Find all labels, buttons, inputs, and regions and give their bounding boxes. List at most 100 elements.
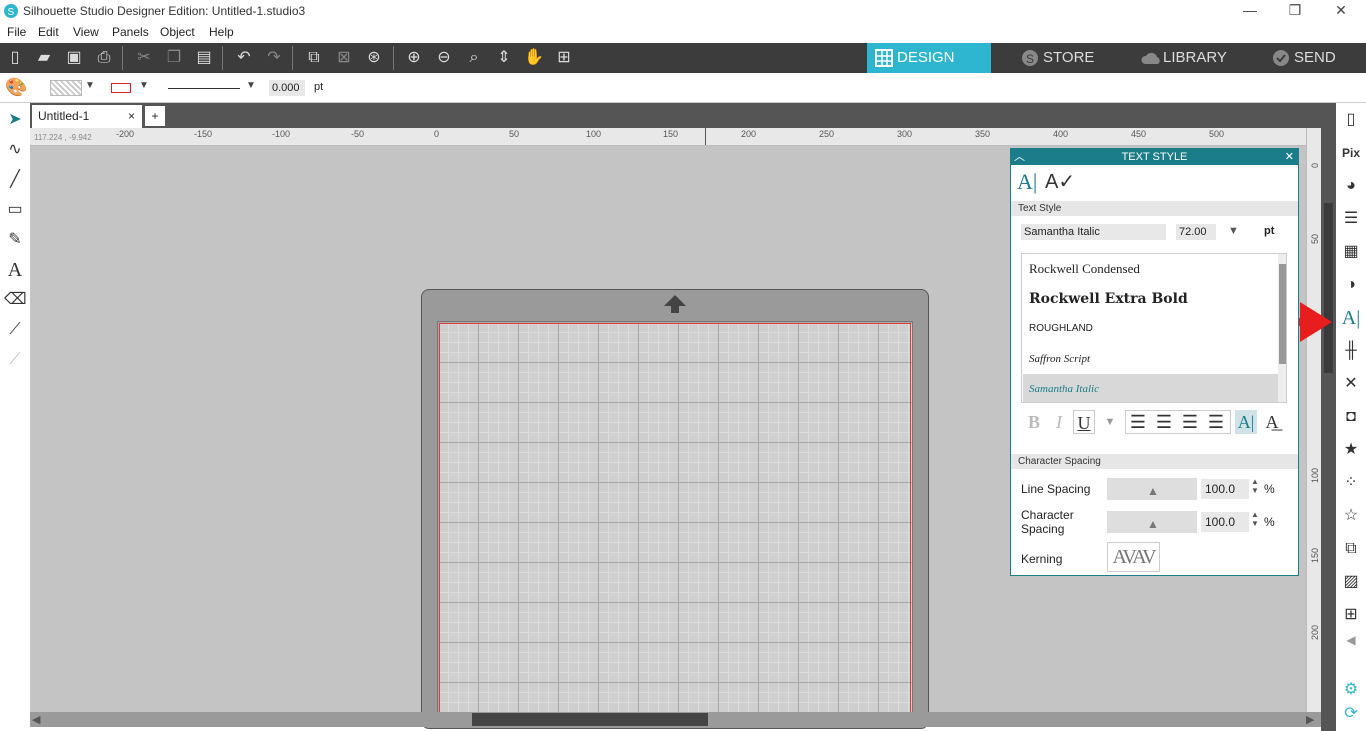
tab-send[interactable]: SEND [1264,43,1364,73]
copy-icon[interactable]: ❐ [163,48,185,68]
vertical-text-icon[interactable]: A͟ [1261,410,1283,434]
slider-handle-icon[interactable]: ▲ [1147,517,1159,531]
line-spacing-input[interactable]: 100.0 [1201,479,1249,499]
pixscan-icon[interactable]: Pix [1340,142,1362,164]
align-icon[interactable]: ╫ [1340,340,1362,362]
tab-library[interactable]: LIBRARY [1133,43,1253,73]
page-setup-icon[interactable]: ▯ [1340,109,1362,131]
chevron-down-icon[interactable]: ▼ [139,80,149,91]
menu-edit[interactable]: Edit [38,25,59,39]
align-left-icon[interactable]: ☰ [1127,410,1149,434]
line-style-preview[interactable] [168,88,240,89]
kerning-button[interactable]: AVAV [1107,542,1160,572]
line-spacing-slider[interactable]: ▲ [1107,478,1197,500]
new-file-icon[interactable]: ▯ [4,48,26,68]
scroll-left-arrow-icon[interactable]: ◀ [32,713,40,726]
pencil-tool-icon[interactable]: ✎ [4,229,26,251]
trace-dots-icon[interactable]: ⁘ [1340,472,1362,494]
line-color-swatch[interactable] [111,83,131,93]
font-item-rockwell-condensed[interactable]: Rockwell Condensed [1023,254,1278,284]
menu-view[interactable]: View [73,25,99,39]
line-spacing-stepper-icon[interactable]: ▲ ▼ [1251,477,1259,495]
char-spacing-input[interactable]: 100.0 [1201,512,1249,532]
nesting-icon[interactable]: ⊞ [1340,604,1362,626]
add-tab-button[interactable]: + [145,106,165,126]
line-width-input[interactable]: 0.000 [269,80,305,96]
close-window-button[interactable]: ✕ [1331,2,1351,20]
eyedropper-icon[interactable]: ⟋ [4,349,26,371]
menu-panels[interactable]: Panels [112,25,149,39]
hand-pan-icon[interactable]: ✋ [523,48,545,68]
replicate-icon[interactable]: ⧉ [1340,538,1362,560]
ungroup-icon[interactable]: ⊠ [333,48,355,68]
group-icon[interactable]: ⧉ [303,48,325,68]
tab-store[interactable]: S STORE [1013,43,1123,73]
fill-pattern-swatch[interactable] [50,80,82,96]
collapse-panel-icon[interactable]: ︿ [1014,149,1025,165]
horizontal-text-icon[interactable]: A| [1235,410,1257,434]
gradient-icon[interactable]: ◑ [1340,274,1362,296]
font-name-input[interactable]: Samantha Italic [1021,224,1166,240]
point-edit-icon[interactable]: ∿ [4,139,26,161]
align-justify-icon[interactable]: ☰ [1205,410,1227,434]
offset-star-icon[interactable]: ☆ [1340,505,1362,527]
chevron-down-icon[interactable]: ▼ [85,80,95,91]
sync-icon[interactable]: ⟳ [1340,703,1362,725]
settings-gear-icon[interactable]: ⚙ [1340,679,1362,701]
paste-icon[interactable]: ▤ [193,48,215,68]
minimize-button[interactable]: — [1240,2,1260,20]
spell-check-tab-icon[interactable]: A✓ [1045,169,1075,194]
save-icon[interactable]: ▣ [63,48,85,68]
close-panel-icon[interactable]: ✕ [1285,149,1294,165]
star-icon[interactable]: ★ [1340,439,1362,461]
align-center-icon[interactable]: ☰ [1153,410,1175,434]
modify-icon[interactable]: ◘ [1340,406,1362,428]
fill-color-palette-icon[interactable]: 🎨 [5,77,27,98]
zoom-in-icon[interactable]: ⊕ [403,48,425,68]
cut-icon[interactable]: ✂ [133,48,155,68]
scroll-right-arrow-icon[interactable]: ▶ [1306,713,1314,726]
select-by-color-icon[interactable]: ⊛ [363,48,385,68]
fill-pattern-icon[interactable]: ▦ [1340,241,1362,263]
print-icon[interactable]: ⎙ [93,48,115,68]
document-tab[interactable]: Untitled-1 × [32,105,142,128]
horizontal-scrollbar[interactable]: ◀ ▶ [30,712,1321,727]
eraser-tool-icon[interactable]: ⌫ [4,289,27,311]
menu-file[interactable]: File [7,25,26,39]
pan-arrows-icon[interactable]: ⇕ [493,48,515,68]
scroll-thumb[interactable] [1279,264,1286,364]
font-item-rockwell-extra-bold[interactable]: Rockwell Extra Bold [1023,284,1278,314]
chevron-down-icon[interactable]: ▼ [246,80,256,91]
restore-button[interactable]: ❐ [1285,2,1305,20]
italic-button[interactable]: I [1048,410,1070,434]
font-item-roughland[interactable]: ROUGHLAND [1023,314,1278,344]
char-spacing-slider[interactable]: ▲ [1107,511,1197,533]
knife-tool-icon[interactable]: ⟋ [4,319,26,341]
undo-icon[interactable]: ↶ [233,48,255,68]
sketch-icon[interactable]: ▨ [1340,571,1362,593]
font-item-saffron-script[interactable]: Saffron Script [1023,344,1278,374]
close-tab-button[interactable]: × [128,109,135,123]
font-item-samantha-italic[interactable]: Samantha Italic [1023,374,1278,402]
font-list-scrollbar[interactable] [1278,254,1286,402]
underline-dropdown-icon[interactable]: ▼ [1099,410,1121,434]
char-spacing-stepper-icon[interactable]: ▲ ▼ [1251,510,1259,528]
transform-icon[interactable]: ✕ [1340,373,1362,395]
menu-object[interactable]: Object [160,25,195,39]
scroll-thumb[interactable] [1324,203,1333,373]
text-style-icon[interactable]: A| [1340,307,1362,329]
font-list[interactable]: Rockwell Condensed Rockwell Extra Bold R… [1021,253,1287,403]
open-folder-icon[interactable]: ▰ [33,48,55,68]
slider-handle-icon[interactable]: ▲ [1147,484,1159,498]
scroll-thumb[interactable] [472,713,708,726]
zoom-select-icon[interactable]: ⌕ [463,48,485,68]
rectangle-tool-icon[interactable]: ▭ [4,199,26,221]
line-style-icon[interactable]: ☰ [1340,208,1362,230]
redo-icon[interactable]: ↷ [263,48,285,68]
align-right-icon[interactable]: ☰ [1179,410,1201,434]
zoom-out-icon[interactable]: ⊖ [433,48,455,68]
underline-button[interactable]: U [1073,410,1095,434]
select-arrow-icon[interactable]: ➤ [4,109,26,131]
bold-button[interactable]: B [1023,410,1045,434]
menu-help[interactable]: Help [209,25,234,39]
